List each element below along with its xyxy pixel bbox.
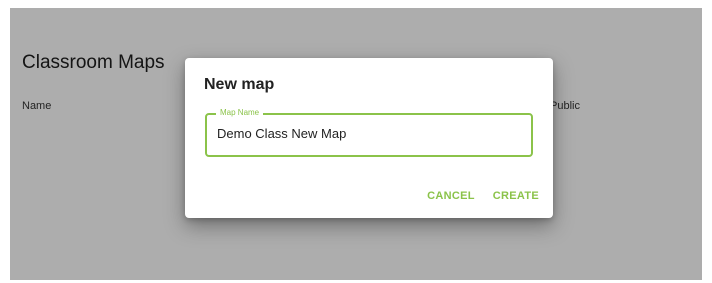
map-name-field[interactable]: Map Name bbox=[205, 108, 533, 157]
page: Classroom Maps Name Public New map Map N… bbox=[0, 0, 712, 283]
dialog-actions: CANCEL CREATE bbox=[427, 190, 539, 202]
new-map-dialog: New map Map Name CANCEL CREATE bbox=[185, 58, 553, 218]
create-button[interactable]: CREATE bbox=[493, 190, 539, 202]
map-name-input[interactable] bbox=[217, 126, 517, 141]
cancel-button[interactable]: CANCEL bbox=[427, 190, 475, 202]
map-name-label: Map Name bbox=[216, 108, 264, 118]
dialog-title: New map bbox=[204, 76, 275, 93]
